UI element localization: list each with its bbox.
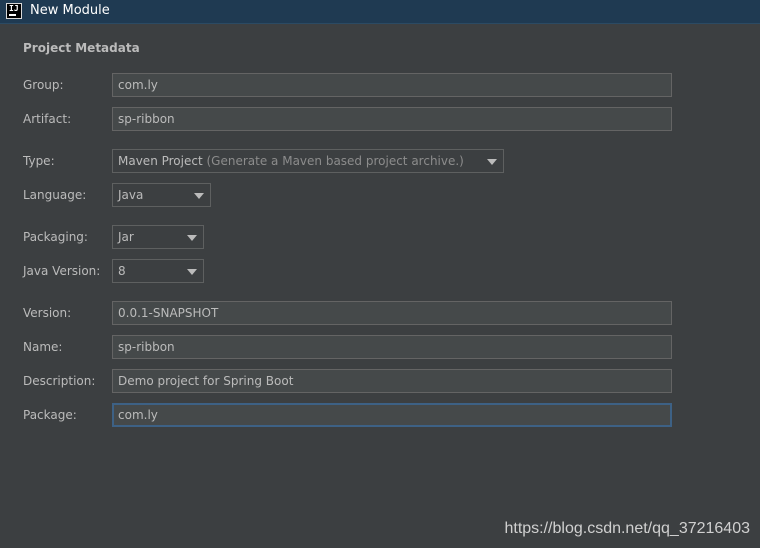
- version-label: Version:: [23, 306, 72, 320]
- description-label: Description:: [23, 374, 96, 388]
- type-dropdown[interactable]: Maven Project (Generate a Maven based pr…: [112, 149, 504, 173]
- name-label: Name:: [23, 340, 63, 354]
- window-title: New Module: [30, 3, 110, 18]
- app-icon-text: IJ: [9, 4, 19, 13]
- type-hint: (Generate a Maven based project archive.…: [206, 154, 464, 168]
- language-dropdown[interactable]: Java: [112, 183, 211, 207]
- package-field[interactable]: com.ly: [112, 403, 672, 427]
- version-field[interactable]: 0.0.1-SNAPSHOT: [112, 301, 672, 325]
- description-field[interactable]: Demo project for Spring Boot: [112, 369, 672, 393]
- title-bar: IJ New Module: [0, 0, 760, 24]
- group-field[interactable]: com.ly: [112, 73, 672, 97]
- app-icon-bar: [9, 14, 16, 16]
- chevron-down-icon: [194, 193, 204, 199]
- group-label: Group:: [23, 78, 64, 92]
- type-label: Type:: [23, 154, 55, 168]
- artifact-field[interactable]: sp-ribbon: [112, 107, 672, 131]
- java-version-dropdown[interactable]: 8: [112, 259, 204, 283]
- chevron-down-icon: [187, 269, 197, 275]
- chevron-down-icon: [187, 235, 197, 241]
- type-value: Maven Project: [118, 154, 203, 168]
- artifact-label: Artifact:: [23, 112, 72, 126]
- package-label: Package:: [23, 408, 77, 422]
- chevron-down-icon: [487, 159, 497, 165]
- watermark-url: https://blog.csdn.net/qq_37216403: [504, 520, 750, 537]
- name-field[interactable]: sp-ribbon: [112, 335, 672, 359]
- packaging-value: Jar: [118, 230, 134, 244]
- intellij-idea-icon: IJ: [6, 3, 22, 19]
- language-value: Java: [118, 188, 144, 202]
- packaging-dropdown[interactable]: Jar: [112, 225, 204, 249]
- language-label: Language:: [23, 188, 87, 202]
- java-version-value: 8: [118, 264, 126, 278]
- section-title: Project Metadata: [23, 41, 140, 55]
- java-version-label: Java Version:: [23, 264, 101, 278]
- packaging-label: Packaging:: [23, 230, 88, 244]
